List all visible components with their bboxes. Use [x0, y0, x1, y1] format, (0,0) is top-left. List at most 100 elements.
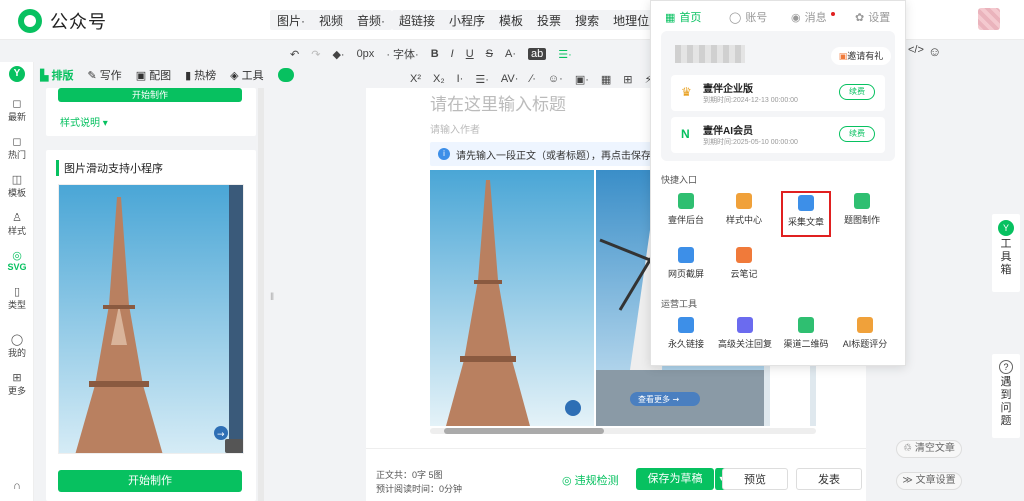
panel-toggle[interactable] — [277, 68, 294, 82]
invite-button[interactable]: ▣邀请有礼 — [831, 47, 891, 65]
popup-tab-settings[interactable]: ✿ 设置 — [855, 9, 890, 25]
ops-channel-qrcode[interactable]: 渠道二维码 — [781, 317, 831, 350]
italic-button[interactable]: I — [451, 48, 454, 60]
format-brush-icon[interactable]: ◆· — [332, 48, 344, 61]
headset-icon[interactable]: ∩ — [0, 480, 34, 492]
slider-scrollbar-track[interactable] — [430, 428, 816, 434]
underline-button[interactable]: U — [466, 48, 474, 60]
style-desc-link[interactable]: 样式说明 ▾ — [60, 114, 108, 129]
menu-video[interactable]: 视频 — [312, 10, 350, 30]
renew-button-ai[interactable]: 续费 — [839, 126, 875, 142]
emoji-icon[interactable]: ☺· — [548, 73, 563, 85]
tab-writing[interactable]: ✎ 写作 — [87, 67, 121, 83]
quick-screenshot[interactable]: 网页截屏 — [661, 247, 711, 280]
help-panel[interactable]: ? 遇到问题 — [992, 354, 1020, 438]
quick-backend[interactable]: 壹伴后台 — [661, 193, 711, 226]
quick-cloud-note[interactable]: 云笔记 — [719, 247, 769, 280]
link-icon[interactable]: ∕· — [530, 73, 536, 85]
author-input[interactable]: 请输入作者 — [430, 121, 480, 136]
slider-scrollbar-thumb[interactable] — [444, 428, 604, 434]
quick-collect-article[interactable]: 采集文章 — [781, 191, 831, 237]
type-icon: ▯ — [13, 286, 21, 298]
eye-icon — [225, 439, 243, 453]
bold-button[interactable]: B — [431, 48, 439, 60]
table-icon[interactable]: ▦ — [601, 73, 611, 86]
quick-entry-title: 快捷入口 — [661, 175, 698, 185]
publish-button[interactable]: 发表 — [796, 468, 862, 490]
align-icon[interactable]: ☰· — [558, 48, 572, 61]
panel-scrollbar[interactable] — [258, 88, 264, 501]
indent-icon[interactable]: ☰· — [475, 73, 489, 86]
article-settings-button[interactable]: ≫ 文章设置 — [896, 472, 962, 490]
popup-tab-message[interactable]: ◉ 消息 — [791, 9, 835, 25]
renew-button-enterprise[interactable]: 续费 — [839, 84, 875, 100]
nav-item-mine[interactable]: ◯ 我的 — [0, 334, 34, 359]
nav-item-svg[interactable]: ◎ SVG — [0, 250, 34, 272]
font-color-icon[interactable]: A· — [505, 48, 516, 60]
nav-item-latest[interactable]: ◻ 最新 — [0, 98, 34, 123]
nav-item-template[interactable]: ◫ 模板 — [0, 174, 34, 199]
quick-style-center[interactable]: 样式中心 — [719, 193, 769, 226]
popup-tab-account[interactable]: ◯ 账号 — [729, 9, 767, 25]
tab-layout[interactable]: ▙ 排版 — [40, 67, 73, 83]
check-button[interactable]: ◎ 违规检测 — [562, 472, 619, 488]
undo-icon[interactable]: ↶ — [290, 48, 299, 61]
nav-home-logo[interactable]: Y — [0, 66, 34, 82]
nav-item-type[interactable]: ▯ 类型 — [0, 286, 34, 311]
backend-icon — [678, 193, 694, 209]
ops-permalink[interactable]: 永久链接 — [661, 317, 711, 350]
read-time: 预计阅读时间：0分钟 — [376, 484, 463, 494]
menu-image[interactable]: 图片· — [270, 10, 312, 30]
chevron-icon: ≫ — [902, 475, 916, 486]
superscript-icon[interactable]: X² — [410, 73, 421, 85]
clear-article-button[interactable]: ♲ 清空文章 — [896, 440, 962, 458]
start-button-top[interactable]: 开始制作 — [58, 88, 242, 102]
code-view-icon[interactable]: </> — [908, 44, 924, 56]
tab-images[interactable]: ▣ 配图 — [136, 67, 171, 83]
ops-tools-title: 运营工具 — [661, 299, 698, 309]
menu-miniprogram[interactable]: 小程序 — [442, 10, 492, 30]
nav-item-style[interactable]: ♙ 样式 — [0, 212, 34, 237]
popup-tab-home[interactable]: ▦ 首页 — [665, 9, 701, 25]
unread-dot — [830, 12, 835, 16]
ops-auto-reply[interactable]: 高级关注回复 — [715, 317, 775, 350]
format-toolbar: ↶ ↷ ◆· 0px · 字体· B I U S A· ab ☰· — [290, 44, 572, 64]
toolbox-panel[interactable]: Y 工具箱 — [992, 214, 1020, 292]
tab-tools[interactable]: ◈ 工具 — [230, 67, 263, 83]
bg-color-button[interactable]: ab — [528, 48, 547, 60]
preview-button[interactable]: 预览 — [722, 468, 788, 490]
menu-vote[interactable]: 投票 — [530, 10, 568, 30]
help-label: 遇到问题 — [1000, 376, 1012, 427]
redo-icon[interactable]: ↷ — [311, 48, 320, 61]
link-icon — [678, 317, 694, 333]
resize-handle-icon[interactable]: ‖ — [270, 292, 274, 303]
code-icon[interactable]: ⊞ — [623, 73, 632, 86]
save-draft-button[interactable]: 保存为草稿 — [636, 468, 714, 490]
user-avatar[interactable] — [978, 8, 1000, 30]
font-size-select[interactable]: 0px — [357, 48, 375, 60]
image-icon[interactable]: ▣· — [575, 73, 589, 86]
user-icon: ◯ — [10, 334, 24, 346]
strike-button[interactable]: S — [486, 48, 493, 60]
style-preview[interactable]: → — [58, 184, 244, 454]
menu-hyperlink[interactable]: 超链接 — [392, 10, 442, 30]
nav-item-hot[interactable]: ◻ 热门 — [0, 136, 34, 161]
line-height-icon[interactable]: I· — [457, 73, 464, 85]
letter-spacing-icon[interactable]: AV· — [501, 73, 519, 85]
question-icon: ? — [999, 360, 1013, 374]
quick-cover-maker[interactable]: 题图制作 — [837, 193, 887, 226]
subscript-icon[interactable]: X₂ — [433, 73, 445, 85]
logo[interactable]: 公众号 — [18, 8, 107, 34]
emoji-face-icon[interactable]: ☺ — [928, 44, 941, 59]
shield-icon: ◎ — [562, 475, 575, 487]
menu-audio[interactable]: 音频· — [350, 10, 392, 30]
menu-template[interactable]: 模板 — [492, 10, 530, 30]
start-button[interactable]: 开始制作 — [58, 470, 242, 492]
title-input[interactable]: 请在这里输入标题 — [430, 90, 566, 115]
ops-ai-title-score[interactable]: AI标题评分 — [837, 317, 893, 350]
tab-hot[interactable]: ▮ 热榜 — [185, 67, 216, 83]
menu-search[interactable]: 搜索 — [568, 10, 606, 30]
ai-score-icon — [857, 317, 873, 333]
font-family-select[interactable]: · 字体· — [386, 46, 418, 62]
nav-item-more[interactable]: ⊞ 更多 — [0, 372, 34, 397]
